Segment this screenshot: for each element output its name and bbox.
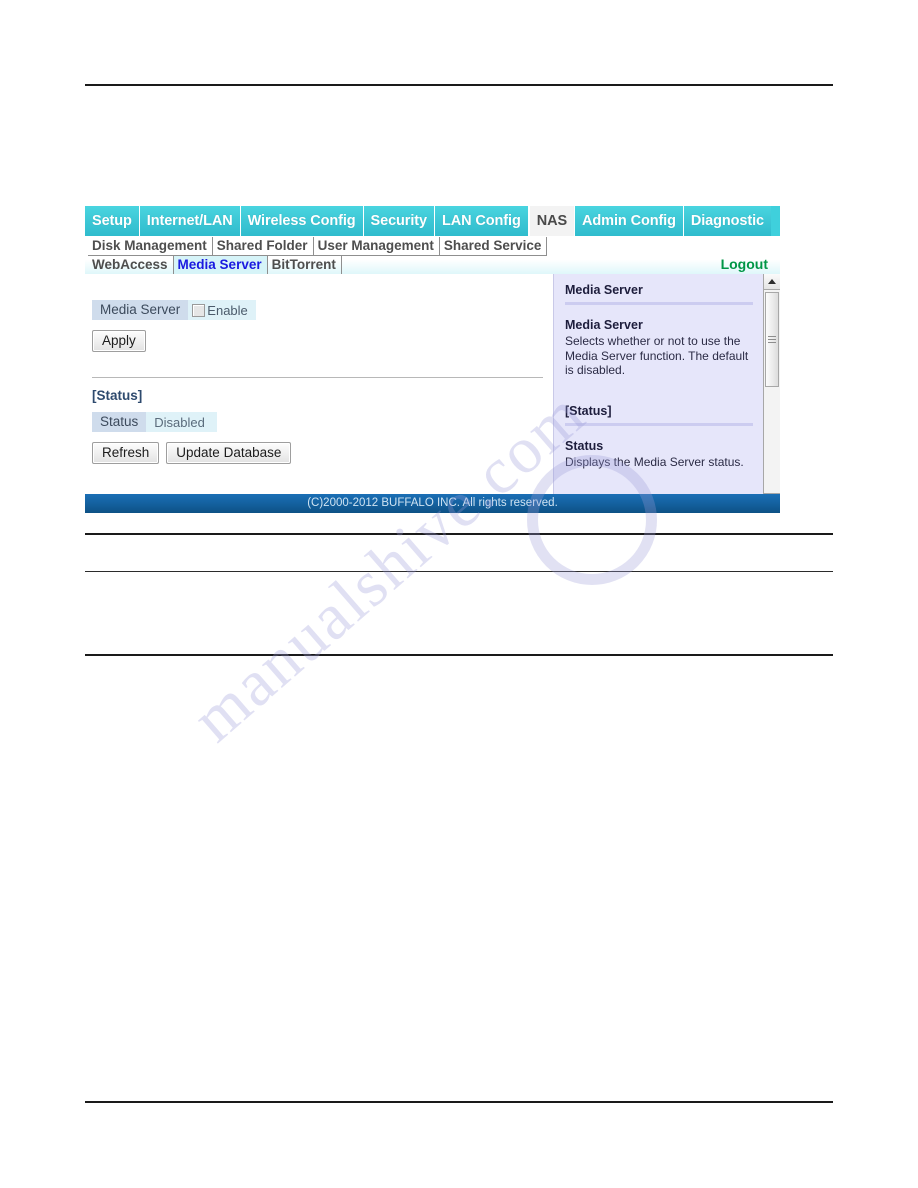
status-button-row: Refresh Update Database <box>92 442 553 464</box>
settings-pane: Media Server Enable Apply [Status] Statu… <box>85 274 553 509</box>
chevron-up-icon <box>768 279 776 284</box>
status-section-heading: [Status] <box>92 388 143 403</box>
tab-admin-config[interactable]: Admin Config <box>575 206 684 236</box>
subtab-user-management[interactable]: User Management <box>313 236 440 256</box>
media-server-field-row: Media Server Enable <box>92 300 553 320</box>
watermark-overlay: manualshive.com <box>0 0 918 1188</box>
sub-tab-row-1: Disk Management Shared Folder User Manag… <box>85 236 780 256</box>
subtab-disk-management[interactable]: Disk Management <box>88 236 213 256</box>
tab-wireless-config[interactable]: Wireless Config <box>240 206 364 236</box>
page-rule-bottom <box>85 1101 833 1103</box>
help-title: Media Server <box>565 283 643 297</box>
apply-button[interactable]: Apply <box>92 330 146 352</box>
media-server-label: Media Server <box>92 300 189 320</box>
sub-tab-bar: Disk Management Shared Folder User Manag… <box>85 236 780 275</box>
grip-icon <box>768 334 776 345</box>
help-text-status: Displays the Media Server status. <box>565 454 744 469</box>
enable-label: Enable <box>207 302 248 318</box>
status-label: Status <box>92 412 147 432</box>
scrollbar-track[interactable] <box>764 290 780 493</box>
update-database-button[interactable]: Update Database <box>166 442 292 464</box>
logout-link[interactable]: Logout <box>721 256 768 272</box>
help-pane: Media Server Media Server Selects whethe… <box>553 274 780 509</box>
subtab-shared-service[interactable]: Shared Service <box>439 236 548 256</box>
subtab-shared-folder[interactable]: Shared Folder <box>212 236 314 256</box>
help-subtitle-status: Status <box>565 438 604 453</box>
tab-setup[interactable]: Setup <box>85 206 140 236</box>
copyright-footer: (C)2000-2012 BUFFALO INC. All rights res… <box>85 494 780 513</box>
help-scrollbar[interactable] <box>763 274 780 509</box>
content-area: Media Server Enable Apply [Status] Statu… <box>85 274 780 509</box>
media-server-value-cell: Enable <box>188 300 256 320</box>
tab-nas[interactable]: NAS <box>528 206 576 236</box>
page-rule-top <box>85 84 833 86</box>
enable-checkbox[interactable] <box>192 303 206 317</box>
subtab-media-server[interactable]: Media Server <box>173 255 268 275</box>
subtab-bittorrent[interactable]: BitTorrent <box>267 255 342 275</box>
refresh-button[interactable]: Refresh <box>92 442 160 464</box>
apply-button-row: Apply <box>92 330 553 352</box>
tab-security[interactable]: Security <box>363 206 435 236</box>
main-tab-bar: Setup Internet/LAN Wireless Config Secur… <box>85 206 780 236</box>
scroll-up-button[interactable] <box>764 274 780 290</box>
status-field-row: Status Disabled <box>92 412 553 432</box>
help-section-status: [Status] <box>565 403 612 418</box>
scrollbar-thumb[interactable] <box>765 292 779 387</box>
help-divider-1 <box>565 302 753 305</box>
tab-internet-lan[interactable]: Internet/LAN <box>139 206 241 236</box>
status-section-divider <box>92 377 543 378</box>
help-subtitle-media-server: Media Server <box>565 318 643 332</box>
page-rule-middle-2 <box>85 571 833 572</box>
help-divider-2 <box>565 422 753 426</box>
tab-diagnostic[interactable]: Diagnostic <box>683 206 771 236</box>
page-rule-middle-1 <box>85 533 833 535</box>
subtab-webaccess[interactable]: WebAccess <box>88 255 174 275</box>
page-rule-middle-3 <box>85 654 833 656</box>
help-text-media-server: Selects whether or not to use the Media … <box>565 334 749 377</box>
tab-lan-config[interactable]: LAN Config <box>434 206 529 236</box>
status-value: Disabled <box>146 412 217 432</box>
sub-tab-row-2: WebAccess Media Server BitTorrent <box>85 255 780 275</box>
help-spacer <box>565 390 753 404</box>
router-admin-ui: Setup Internet/LAN Wireless Config Secur… <box>85 206 780 513</box>
help-content: Media Server Media Server Selects whethe… <box>554 274 763 509</box>
